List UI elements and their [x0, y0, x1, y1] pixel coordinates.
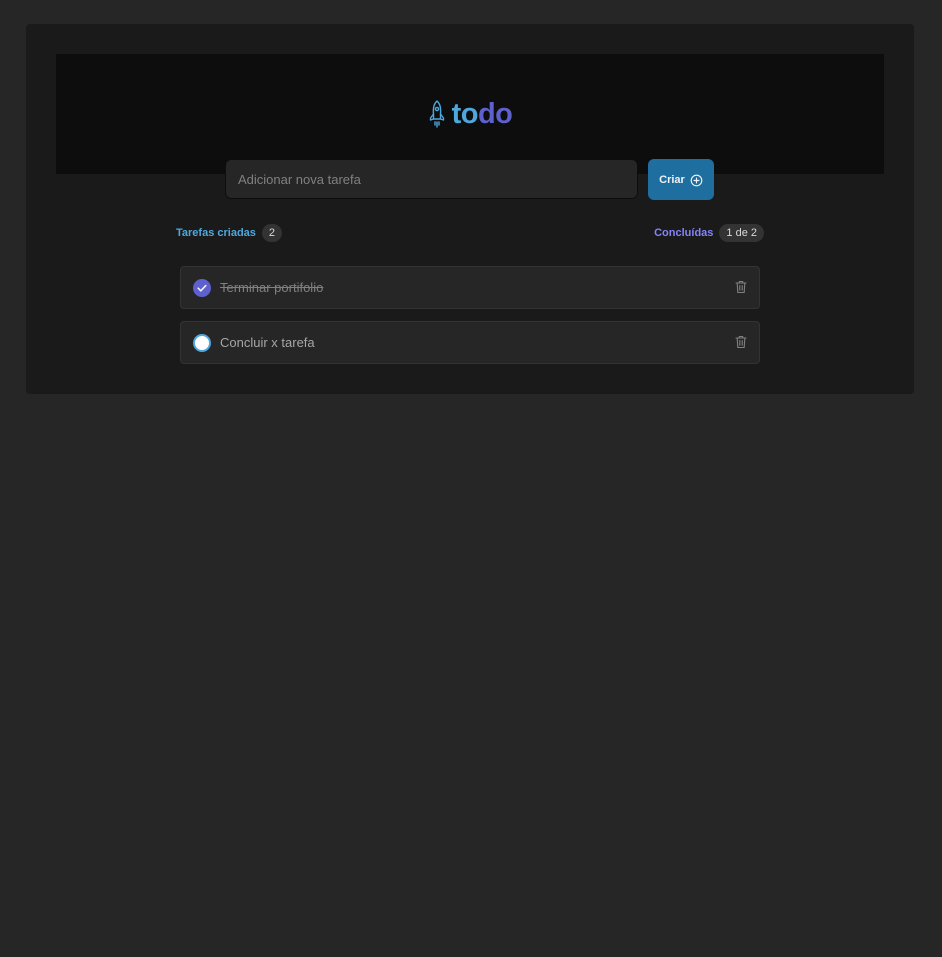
app-title: todo: [452, 98, 513, 130]
task-stats: Tarefas criadas 2 Concluídas 1 de 2: [176, 223, 764, 243]
rocket-icon: [429, 100, 444, 128]
task-item: Terminar portifolio: [180, 266, 760, 309]
task-checkbox-unchecked[interactable]: [193, 334, 211, 352]
created-count-badge: 2: [261, 224, 283, 242]
app-title-part2: do: [477, 98, 513, 130]
trash-icon: [735, 335, 747, 349]
task-text: Terminar portifolio: [220, 280, 324, 295]
app-header: todo: [56, 54, 884, 174]
app-title-part1: to: [451, 98, 479, 130]
task-checkbox-checked[interactable]: [193, 279, 211, 297]
delete-task-button[interactable]: [735, 280, 747, 294]
created-stat: Tarefas criadas 2: [176, 224, 283, 242]
new-task-form: Criar: [225, 159, 715, 201]
delete-task-button[interactable]: [735, 335, 747, 349]
task-list: Terminar portifolio Concluir x tarefa: [180, 266, 760, 376]
created-label: Tarefas criadas: [176, 227, 256, 239]
trash-icon: [735, 280, 747, 294]
plus-circle-icon: [690, 174, 703, 186]
create-button-label: Criar: [659, 173, 685, 186]
done-label: Concluídas: [654, 227, 714, 239]
todo-card: todo Criar Tarefas criadas 2 Concluídas …: [26, 24, 914, 394]
done-stat: Concluídas 1 de 2: [654, 224, 764, 242]
new-task-input[interactable]: [225, 159, 638, 199]
check-icon: [197, 284, 207, 292]
task-text: Concluir x tarefa: [220, 335, 315, 350]
create-button[interactable]: Criar: [648, 159, 714, 200]
app-logo: todo: [56, 98, 884, 130]
task-item: Concluir x tarefa: [180, 321, 760, 364]
done-count-badge: 1 de 2: [719, 224, 764, 242]
